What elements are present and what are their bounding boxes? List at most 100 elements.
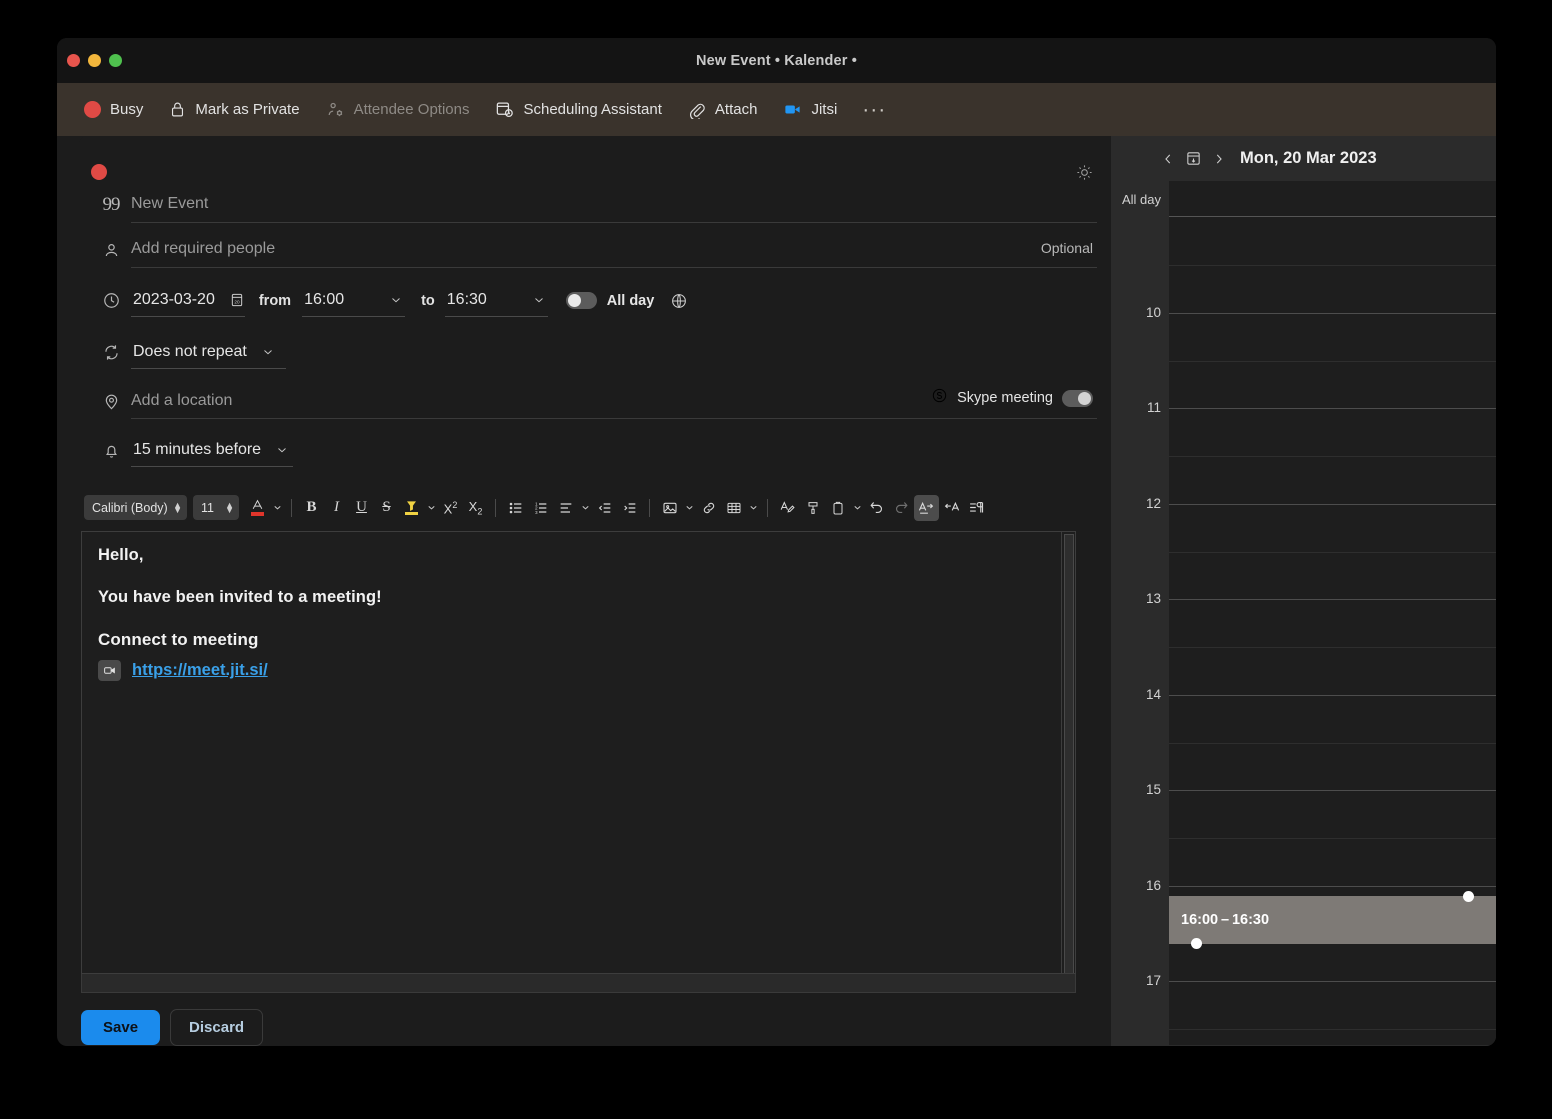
ribbon-item-scheduling-assistant[interactable]: Scheduling Assistant [482,92,674,128]
decrease-indent-button[interactable] [592,495,617,521]
skype-meeting-label: Skype meeting [957,390,1053,407]
subscript-button[interactable]: X2 [463,495,488,521]
hour-slot[interactable] [1169,981,1496,1045]
chevron-left-icon[interactable] [1161,152,1175,166]
scrollbar-thumb[interactable] [1064,533,1074,974]
bullet-list-button[interactable] [503,495,528,521]
italic-button[interactable]: I [324,495,349,521]
calendar-hour-grid[interactable]: 10 11 12 13 14 15 16 17 16:00 – 16:30 [1111,217,1496,1045]
event-date-field[interactable]: 2023-03-20 20 [131,285,245,317]
highlight-dropdown-icon[interactable] [424,495,438,521]
optional-attendees-button[interactable]: Optional [1041,240,1093,256]
paste-options-button[interactable] [825,495,850,521]
close-button[interactable] [67,54,80,67]
paragraph-marks-button[interactable] [964,495,989,521]
start-time-field[interactable]: 16:00 [302,285,406,317]
save-button[interactable]: Save [81,1009,161,1045]
meeting-link[interactable]: https://meet.jit.si/ [132,661,268,680]
increase-indent-button[interactable] [617,495,642,521]
hour-row[interactable]: 13 [1111,591,1496,695]
hour-row[interactable]: 12 [1111,496,1496,599]
maximize-button[interactable] [109,54,122,67]
stepper-icon: ▲ ▼ [225,499,234,515]
resize-handle-bottom[interactable] [1191,938,1202,949]
reminder-select[interactable]: 15 minutes before [131,435,294,467]
underline-button[interactable]: U [349,495,374,521]
hour-row[interactable]: 11 [1111,400,1496,504]
hour-row[interactable]: 14 [1111,687,1496,790]
reminder-value: 15 minutes before [133,440,262,458]
font-color-swatch [251,512,264,517]
ribbon-item-attach[interactable]: Attach [675,92,771,128]
undo-button[interactable] [864,495,889,521]
insert-image-dropdown-icon[interactable] [682,495,696,521]
calendar-picker-icon[interactable]: 20 [229,292,245,308]
calendar-event-block[interactable]: 16:00 – 16:30 [1169,891,1496,949]
hour-row[interactable]: 10 [1111,305,1496,408]
font-color-dropdown-icon[interactable] [270,495,284,521]
insert-image-button[interactable] [657,495,682,521]
font-size-select[interactable]: 11 ▲ ▼ [193,495,239,521]
editor-horizontal-scrollbar[interactable] [81,974,1076,993]
event-fields: 99 Optional [79,183,1111,475]
hour-slot[interactable] [1169,217,1496,313]
message-body-editor[interactable]: Hello, You have been invited to a meetin… [82,532,1075,695]
bold-button[interactable]: B [299,495,324,521]
hour-slot[interactable] [1169,503,1496,599]
toggle-knob [567,294,581,308]
insert-table-dropdown-icon[interactable] [746,495,760,521]
skype-icon [931,387,948,409]
align-dropdown-icon[interactable] [578,495,592,521]
highlight-button[interactable] [399,495,424,521]
to-label: to [421,292,435,309]
paste-dropdown-icon[interactable] [850,495,864,521]
skype-meeting-toggle[interactable] [1062,389,1093,407]
hour-slot[interactable] [1169,312,1496,408]
toolbar-divider [649,498,650,517]
hour-slot[interactable] [1169,694,1496,790]
format-painter-button[interactable] [800,495,825,521]
align-button[interactable] [553,495,578,521]
end-time-field[interactable]: 16:30 [444,285,548,317]
day-preview-panel: Mon, 20 Mar 2023 All day 10 11 12 13 14 … [1111,136,1496,1046]
resize-handle-top[interactable] [1463,891,1474,902]
spellcheck-button[interactable] [775,495,800,521]
category-color-dot[interactable] [91,164,107,180]
discard-button[interactable]: Discard [170,1008,264,1046]
text-direction-rtl-button[interactable] [939,495,964,521]
minimize-button[interactable] [88,54,101,67]
globe-icon[interactable] [670,292,688,310]
ribbon-item-busy[interactable]: Busy [71,92,156,128]
font-family-select[interactable]: Calibri (Body) ▲ ▼ [84,495,187,521]
repeat-select[interactable]: Does not repeat [131,337,286,369]
hour-label: 14 [1145,686,1161,702]
hour-slot[interactable] [1169,599,1496,695]
calendar-date-label: Mon, 20 Mar 2023 [1240,149,1377,167]
ribbon-item-jitsi[interactable]: Jitsi [770,92,850,128]
insert-link-button[interactable] [696,495,721,521]
redo-button[interactable] [889,495,914,521]
event-title-input[interactable] [131,187,1097,223]
hour-row[interactable]: 15 [1111,782,1496,886]
font-size-value: 11 [201,500,214,515]
numbered-list-button[interactable]: 1 2 3 [528,495,553,521]
font-color-button[interactable] [245,495,270,521]
hour-slot[interactable] [1169,408,1496,504]
insert-table-button[interactable] [721,495,746,521]
hour-row[interactable]: 17 [1111,973,1496,1045]
superscript-button[interactable]: X2 [438,495,463,521]
editor-vertical-scrollbar[interactable] [1061,531,1075,974]
ribbon-item-attendee-options[interactable]: Attendee Options [313,92,483,128]
hour-slot[interactable] [1169,790,1496,886]
all-day-toggle[interactable] [565,292,597,310]
ribbon-item-mark-as-private[interactable]: Mark as Private [156,92,312,128]
required-attendees-input[interactable] [131,232,1097,268]
strikethrough-button[interactable]: S [374,495,399,521]
field-row-title: 99 [91,183,1097,228]
hour-row[interactable] [1111,217,1496,313]
all-day-slot[interactable] [1169,181,1496,217]
ribbon-overflow-button[interactable]: ··· [850,99,898,120]
chevron-right-icon[interactable] [1212,152,1226,166]
today-calendar-icon[interactable] [1185,150,1202,167]
text-direction-ltr-button[interactable] [914,494,939,521]
